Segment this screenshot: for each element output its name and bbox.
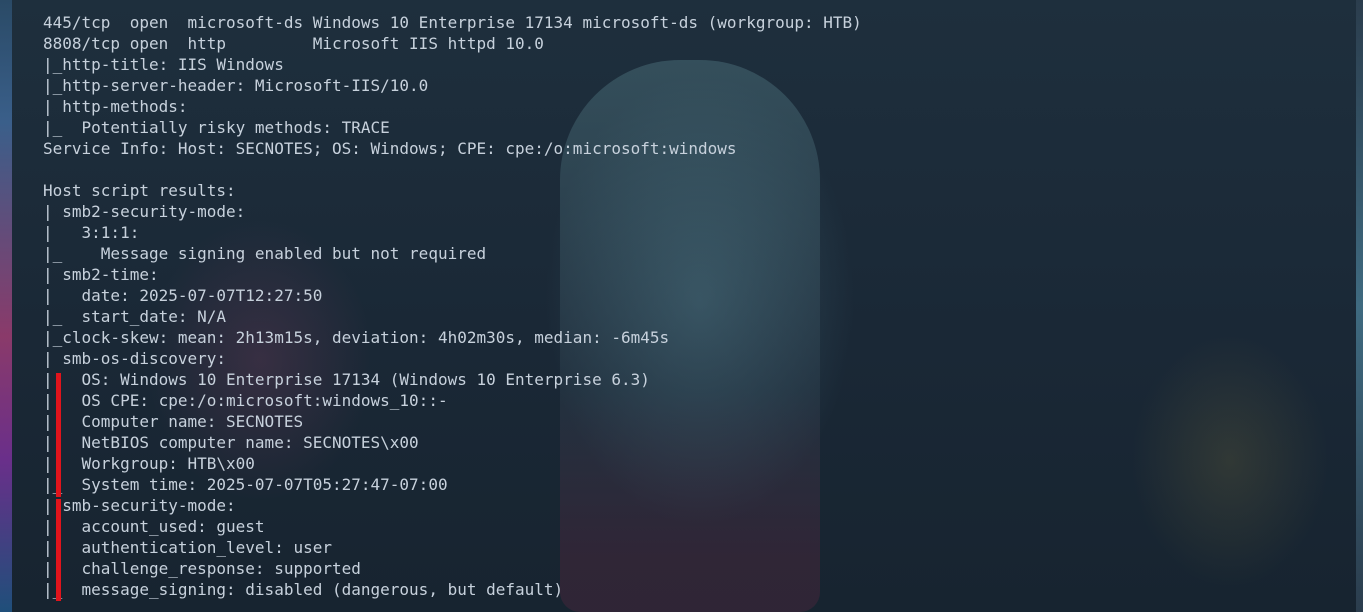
highlight-marker-os-discovery (56, 373, 61, 497)
left-window-edge (0, 0, 12, 612)
terminal-line: 445/tcp open microsoft-ds Windows 10 Ent… (43, 13, 862, 32)
terminal-line: | http-methods: (43, 97, 188, 116)
terminal-line: | authentication_level: user (43, 538, 332, 557)
terminal-line: |_ Potentially risky methods: TRACE (43, 118, 390, 137)
terminal-line: Service Info: Host: SECNOTES; OS: Window… (43, 139, 737, 158)
terminal-line: | date: 2025-07-07T12:27:50 (43, 286, 323, 305)
terminal-line: |_ Message signing enabled but not requi… (43, 244, 487, 263)
terminal-line: 8808/tcp open http Microsoft IIS httpd 1… (43, 34, 544, 53)
terminal-line: | challenge_response: supported (43, 559, 361, 578)
terminal-line: | 3:1:1: (43, 223, 140, 242)
terminal-line: |_ start_date: N/A (43, 307, 227, 326)
terminal-line: | OS CPE: cpe:/o:microsoft:windows_10::- (43, 391, 448, 410)
terminal-line: | smb2-security-mode: (43, 202, 246, 221)
terminal-line: Host script results: (43, 181, 236, 200)
terminal-line: | smb-security-mode: (43, 496, 236, 515)
terminal-line: | Workgroup: HTB\x00 (43, 454, 255, 473)
terminal-line: | smb-os-discovery: (43, 349, 227, 368)
terminal-line: | OS: Windows 10 Enterprise 17134 (Windo… (43, 370, 650, 389)
terminal-line: | account_used: guest (43, 517, 265, 536)
terminal-output[interactable]: 445/tcp open microsoft-ds Windows 10 Ent… (43, 12, 862, 600)
terminal-line: |_http-title: IIS Windows (43, 55, 284, 74)
terminal-line: |_ System time: 2025-07-07T05:27:47-07:0… (43, 475, 448, 494)
terminal-line: |_http-server-header: Microsoft-IIS/10.0 (43, 76, 429, 95)
terminal-line: | Computer name: SECNOTES (43, 412, 304, 431)
right-window-edge (1356, 0, 1363, 612)
terminal-line: | smb2-time: (43, 265, 159, 284)
terminal-line: |_ message_signing: disabled (dangerous,… (43, 580, 564, 599)
highlight-marker-security-mode (56, 499, 61, 601)
terminal-line: | NetBIOS computer name: SECNOTES\x00 (43, 433, 419, 452)
terminal-line: |_clock-skew: mean: 2h13m15s, deviation:… (43, 328, 670, 347)
